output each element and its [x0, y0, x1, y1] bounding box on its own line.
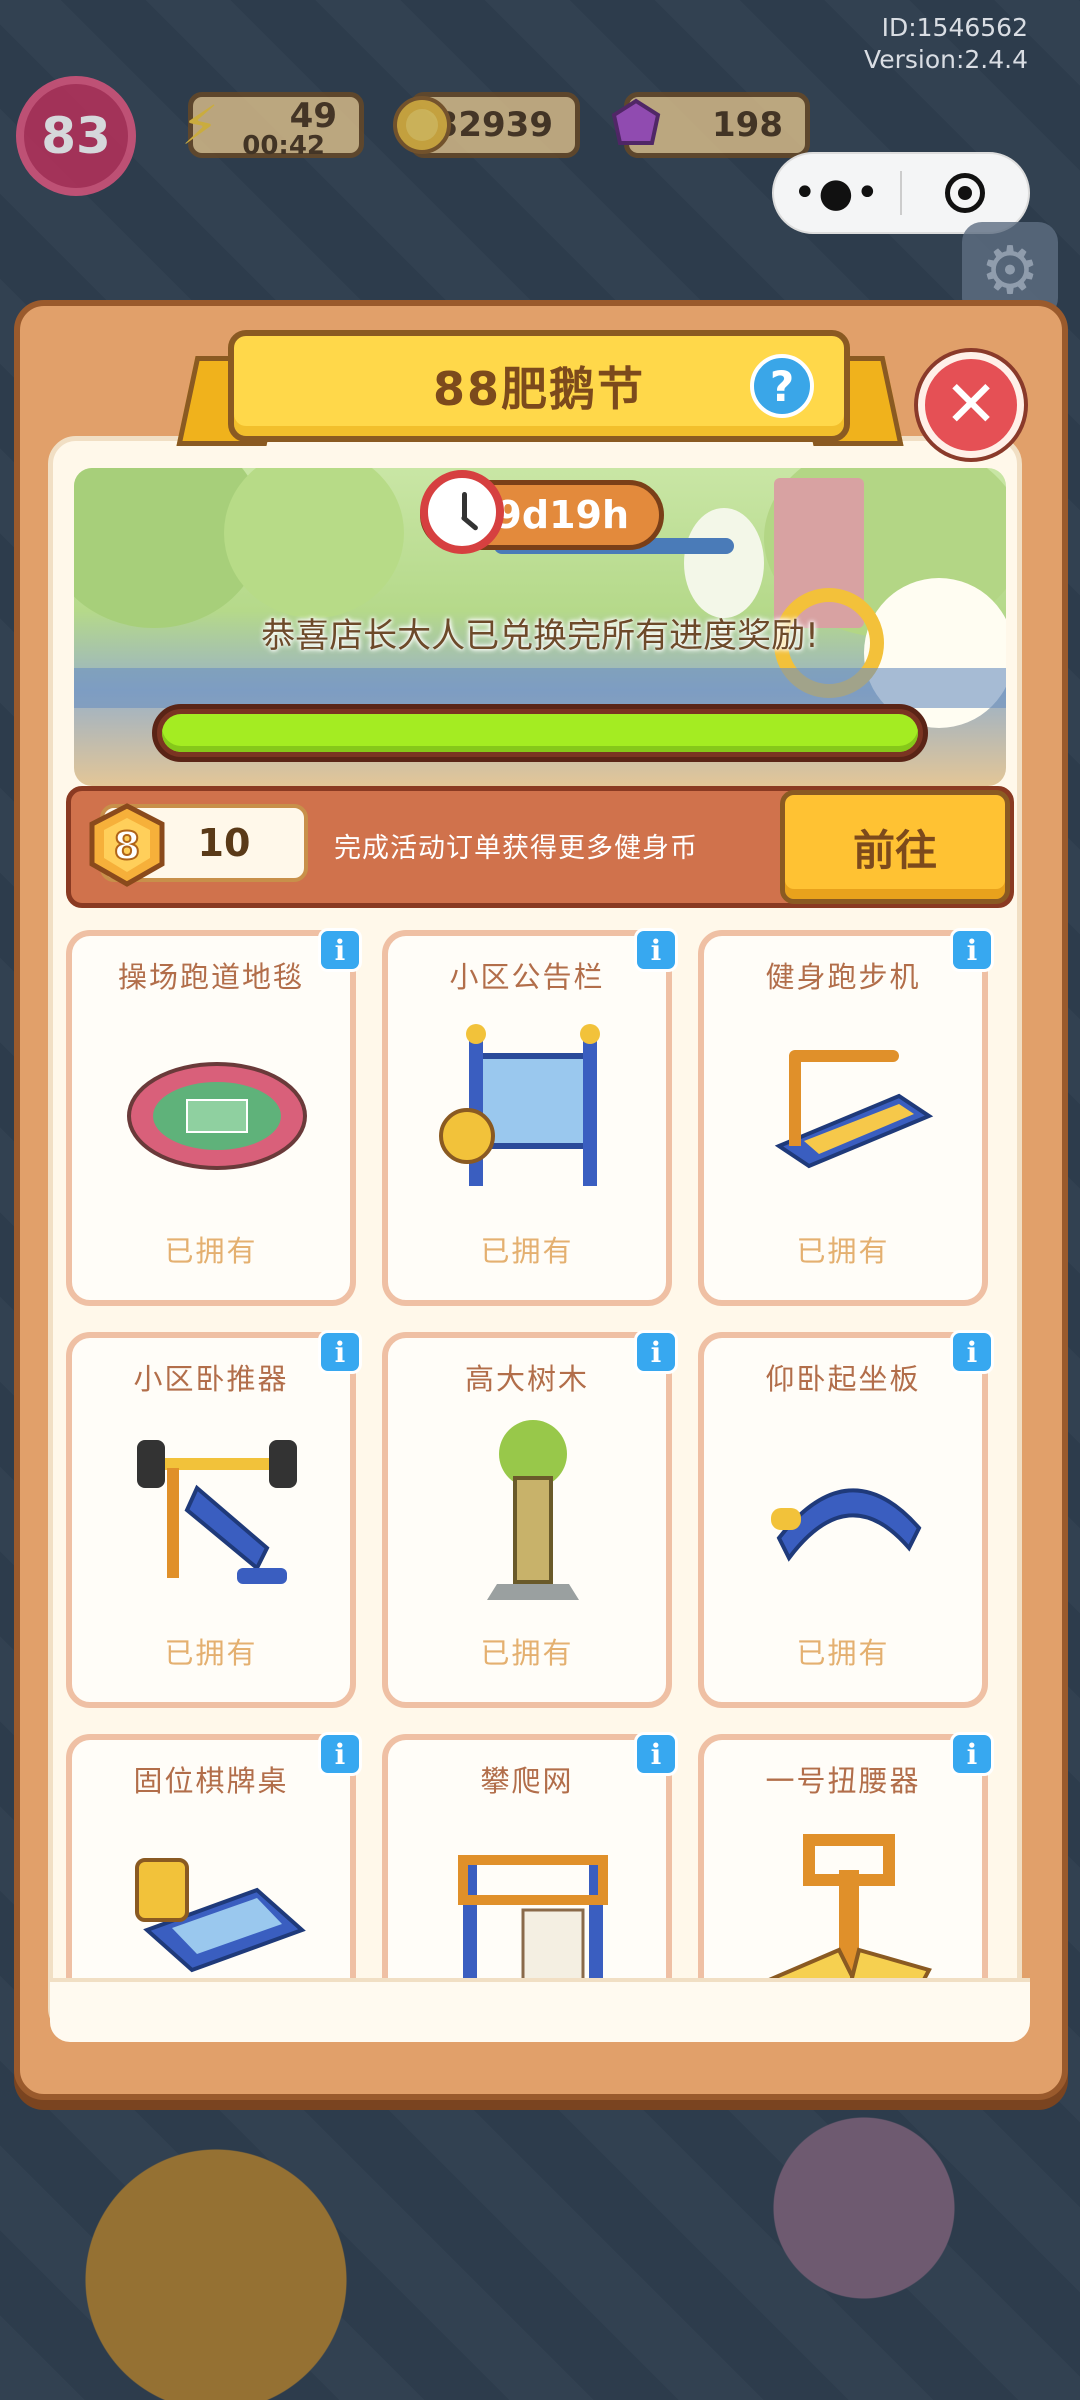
item-status: 已拥有	[164, 1636, 258, 1670]
help-button[interactable]: ?	[750, 354, 814, 418]
progress-fill	[162, 714, 918, 752]
event-title: 88肥鹅节	[432, 362, 645, 416]
climbing-net-icon	[433, 1820, 633, 1978]
info-icon[interactable]: i	[634, 928, 678, 972]
item-status: 已拥有	[164, 1234, 258, 1268]
item-status: 已拥有	[796, 1636, 890, 1670]
reward-item-card[interactable]: 操场跑道地毯 已拥有 i	[66, 928, 362, 1306]
reward-item-card[interactable]: 一号扭腰器 i	[698, 1732, 994, 1978]
energy-counter[interactable]: ⚡ 49 00:42	[181, 92, 364, 161]
item-status: 已拥有	[480, 1636, 574, 1670]
timer-text: 9d19h	[495, 493, 629, 537]
go-button[interactable]: 前往	[780, 790, 1010, 904]
reward-item-card[interactable]: 健身跑步机已拥有 i	[698, 928, 994, 1306]
more-options-icon[interactable]: •●•	[774, 152, 900, 234]
fitness-coin-icon: 8	[84, 802, 170, 888]
gem-value: 198	[712, 105, 783, 145]
energy-value: 49	[289, 96, 337, 136]
gem-icon	[601, 85, 671, 165]
item-name: 一号扭腰器	[765, 1764, 921, 1798]
info-icon[interactable]: i	[634, 1732, 678, 1776]
bench-press-icon	[117, 1418, 317, 1608]
item-name: 攀爬网	[480, 1764, 574, 1798]
waist-twister-icon	[749, 1820, 949, 1978]
reward-item-card[interactable]: 高大树木已拥有 i	[382, 1330, 678, 1708]
chess-table-icon	[117, 1820, 317, 1978]
item-name: 健身跑步机	[765, 960, 921, 994]
reward-item-card[interactable]: 攀爬网 i	[382, 1732, 678, 1978]
coin-hint-text: 完成活动订单获得更多健身币	[334, 833, 698, 864]
info-icon[interactable]: i	[318, 1330, 362, 1374]
info-icon[interactable]: i	[318, 928, 362, 972]
info-icon[interactable]: i	[318, 1732, 362, 1776]
treadmill-icon	[749, 1016, 949, 1206]
gem-counter[interactable]: 198	[611, 92, 810, 158]
info-icon[interactable]: i	[950, 1732, 994, 1776]
player-level-badge[interactable]: 83	[16, 76, 136, 196]
info-icon[interactable]: i	[950, 1330, 994, 1374]
lightning-icon: ⚡	[181, 93, 219, 157]
congrats-message: 恭喜店长大人已兑换完所有进度奖励!	[261, 616, 819, 656]
reward-item-card[interactable]: 仰卧起坐板已拥有 i	[698, 1330, 994, 1708]
user-id: ID:1546562	[881, 13, 1028, 42]
item-name: 固位棋牌桌	[133, 1764, 289, 1798]
track-rug-icon	[117, 1016, 317, 1206]
panel-scroll-edge	[50, 1978, 1030, 2042]
energy-timer: 00:42	[242, 131, 325, 161]
progress-bar	[152, 704, 928, 762]
version-text: Version:2.4.4	[864, 45, 1028, 74]
item-status: 已拥有	[796, 1234, 890, 1268]
reward-item-card[interactable]: 小区卧推器已拥有 i	[66, 1330, 362, 1708]
build-info: ID:1546562 Version:2.4.4	[864, 12, 1028, 76]
situp-board-icon	[749, 1418, 949, 1608]
clock-icon	[420, 470, 504, 554]
item-name: 小区公告栏	[449, 960, 605, 994]
reward-item-card[interactable]: 小区公告栏已拥有 i	[382, 928, 678, 1306]
fitness-coin-symbol: 8	[114, 824, 140, 868]
notice-board-icon	[433, 1016, 633, 1206]
item-name: 操场跑道地毯	[117, 960, 304, 994]
info-icon[interactable]: i	[634, 1330, 678, 1374]
fitness-coin-value: 10	[197, 821, 251, 865]
coin-icon	[387, 85, 457, 165]
item-name: 小区卧推器	[133, 1362, 289, 1396]
close-miniprogram-icon[interactable]	[902, 173, 1028, 213]
item-name: 高大树木	[464, 1362, 589, 1396]
reward-items-grid[interactable]: 操场跑道地毯 已拥有 i 小区公告栏 已拥有 i 健身跑步机 已拥有 i 小区卧推器 已拥有 i 高大树…	[66, 922, 1014, 1978]
reward-item-card[interactable]: 固位棋牌桌 i	[66, 1732, 362, 1978]
item-name: 仰卧起坐板	[765, 1362, 921, 1396]
item-status: 已拥有	[480, 1234, 574, 1268]
tall-tree-icon	[433, 1418, 633, 1608]
close-button[interactable]: ✕	[918, 352, 1024, 458]
coin-counter[interactable]: 32939	[393, 92, 580, 158]
info-icon[interactable]: i	[950, 928, 994, 972]
